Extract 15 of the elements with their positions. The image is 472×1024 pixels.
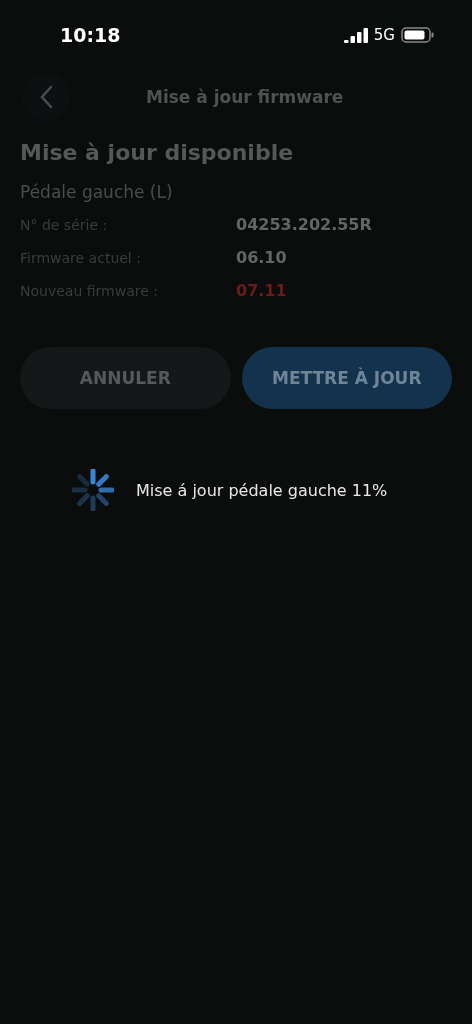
battery-icon <box>401 27 434 43</box>
signal-icon <box>343 27 368 43</box>
section-heading: Mise à jour disponible <box>20 140 295 165</box>
back-icon <box>39 85 53 109</box>
info-value: 06.10 <box>236 248 288 267</box>
spinner-icon <box>72 469 114 511</box>
screen-title: Mise à jour firmware <box>146 87 344 107</box>
network-label: 5G <box>373 26 395 44</box>
info-value: 04253.202.55R <box>236 215 373 234</box>
status-time: 10:18 <box>60 24 121 46</box>
cancel-button[interactable]: ANNULER <box>20 347 231 409</box>
progress-text: Mise á jour pédale gauche 11% <box>136 480 388 500</box>
device-name: Pédale gauche (L) <box>20 182 174 202</box>
info-value: 07.11 <box>236 281 288 300</box>
update-button[interactable]: METTRE À JOUR <box>241 347 452 409</box>
